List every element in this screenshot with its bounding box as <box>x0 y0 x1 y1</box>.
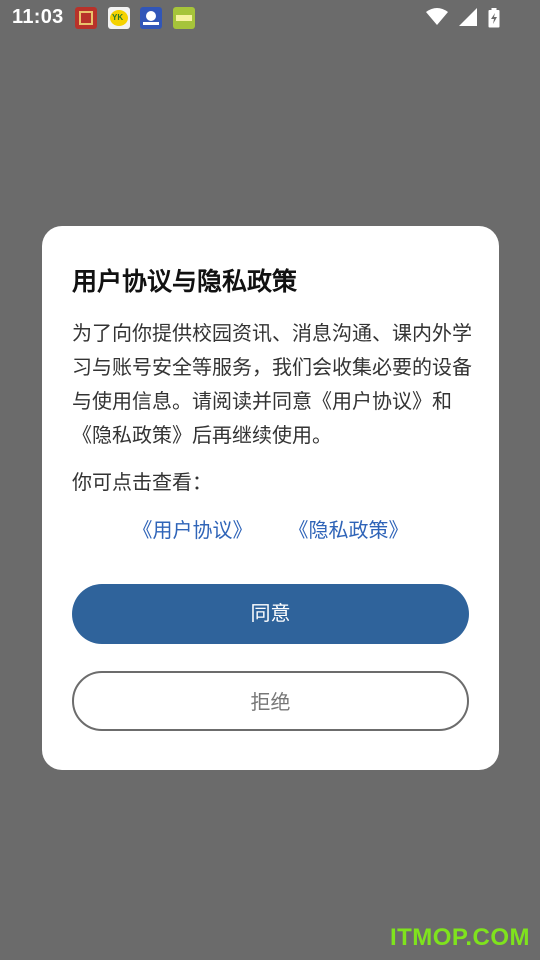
privacy-dialog: 用户协议与隐私政策 为了向你提供校园资讯、消息沟通、课内外学习与账号安全等服务，… <box>42 226 499 770</box>
app-notification-green-icon <box>173 7 195 29</box>
dialog-title: 用户协议与隐私政策 <box>72 267 298 296</box>
battery-charging-icon <box>488 8 500 28</box>
system-icons <box>420 8 500 28</box>
app-notification-blue-icon <box>140 7 162 29</box>
agree-button[interactable]: 同意 <box>72 584 469 644</box>
watermark-text: ITMOP.COM <box>389 924 530 951</box>
policy-links: 《用户协议》 《隐私政策》 <box>42 514 499 543</box>
view-label: 你可点击查看： <box>72 470 212 494</box>
reject-button[interactable]: 拒绝 <box>72 671 469 731</box>
user-agreement-link[interactable]: 《用户协议》 <box>133 518 253 542</box>
app-notification-yk-icon: YK <box>108 7 130 29</box>
app-notification-red-icon <box>75 7 97 29</box>
wifi-icon <box>425 8 448 25</box>
signal-icon <box>458 8 477 26</box>
status-time: 11:03 <box>12 6 64 28</box>
privacy-policy-link[interactable]: 《隐私政策》 <box>289 518 409 542</box>
status-bar: 11:03 YK <box>0 0 540 36</box>
dialog-body-text: 为了向你提供校园资讯、消息沟通、课内外学习与账号安全等服务，我们会收集必要的设备… <box>72 321 472 447</box>
